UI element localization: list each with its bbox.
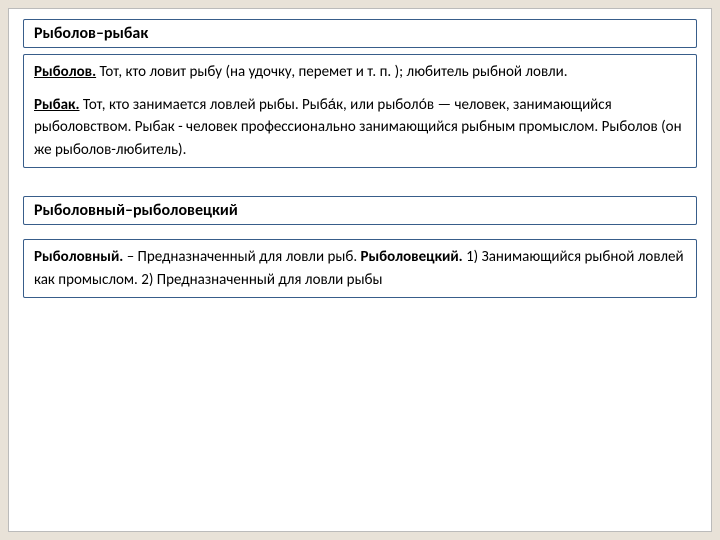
text-rybolov: Тот, кто ловит рыбу (на удочку, перемет … [96, 63, 567, 81]
section2-title-box: Рыболовный–рыболовецкий [23, 196, 697, 225]
term-rybolovny: Рыболовный. [34, 248, 123, 266]
term-rybolovetsky: Рыболовецкий. [361, 248, 463, 266]
term-rybolov: Рыболов. [34, 63, 96, 81]
text-rybak: Тот, кто занимается ловлей рыбы. Рыба́к,… [34, 96, 682, 159]
document-page: Рыболов–рыбак Рыболов. Тот, кто ловит ры… [8, 8, 712, 532]
text-rybolovny: – Предназначенный для ловли рыб. [123, 248, 360, 266]
definition-rybolov: Рыболов. Тот, кто ловит рыбу (на удочку,… [34, 61, 686, 84]
term-rybak: Рыбак. [34, 96, 79, 114]
section1-body-box: Рыболов. Тот, кто ловит рыбу (на удочку,… [23, 54, 697, 168]
section1-title: Рыболов–рыбак [34, 24, 148, 43]
definition-rybak: Рыбак. Тот, кто занимается ловлей рыбы. … [34, 94, 686, 162]
section2-body-box: Рыболовный. – Предназначенный для ловли … [23, 239, 697, 298]
section1-title-box: Рыболов–рыбак [23, 19, 697, 48]
definition-rybolovny: Рыболовный. – Предназначенный для ловли … [34, 246, 686, 291]
section2-title: Рыболовный–рыболовецкий [34, 201, 238, 220]
